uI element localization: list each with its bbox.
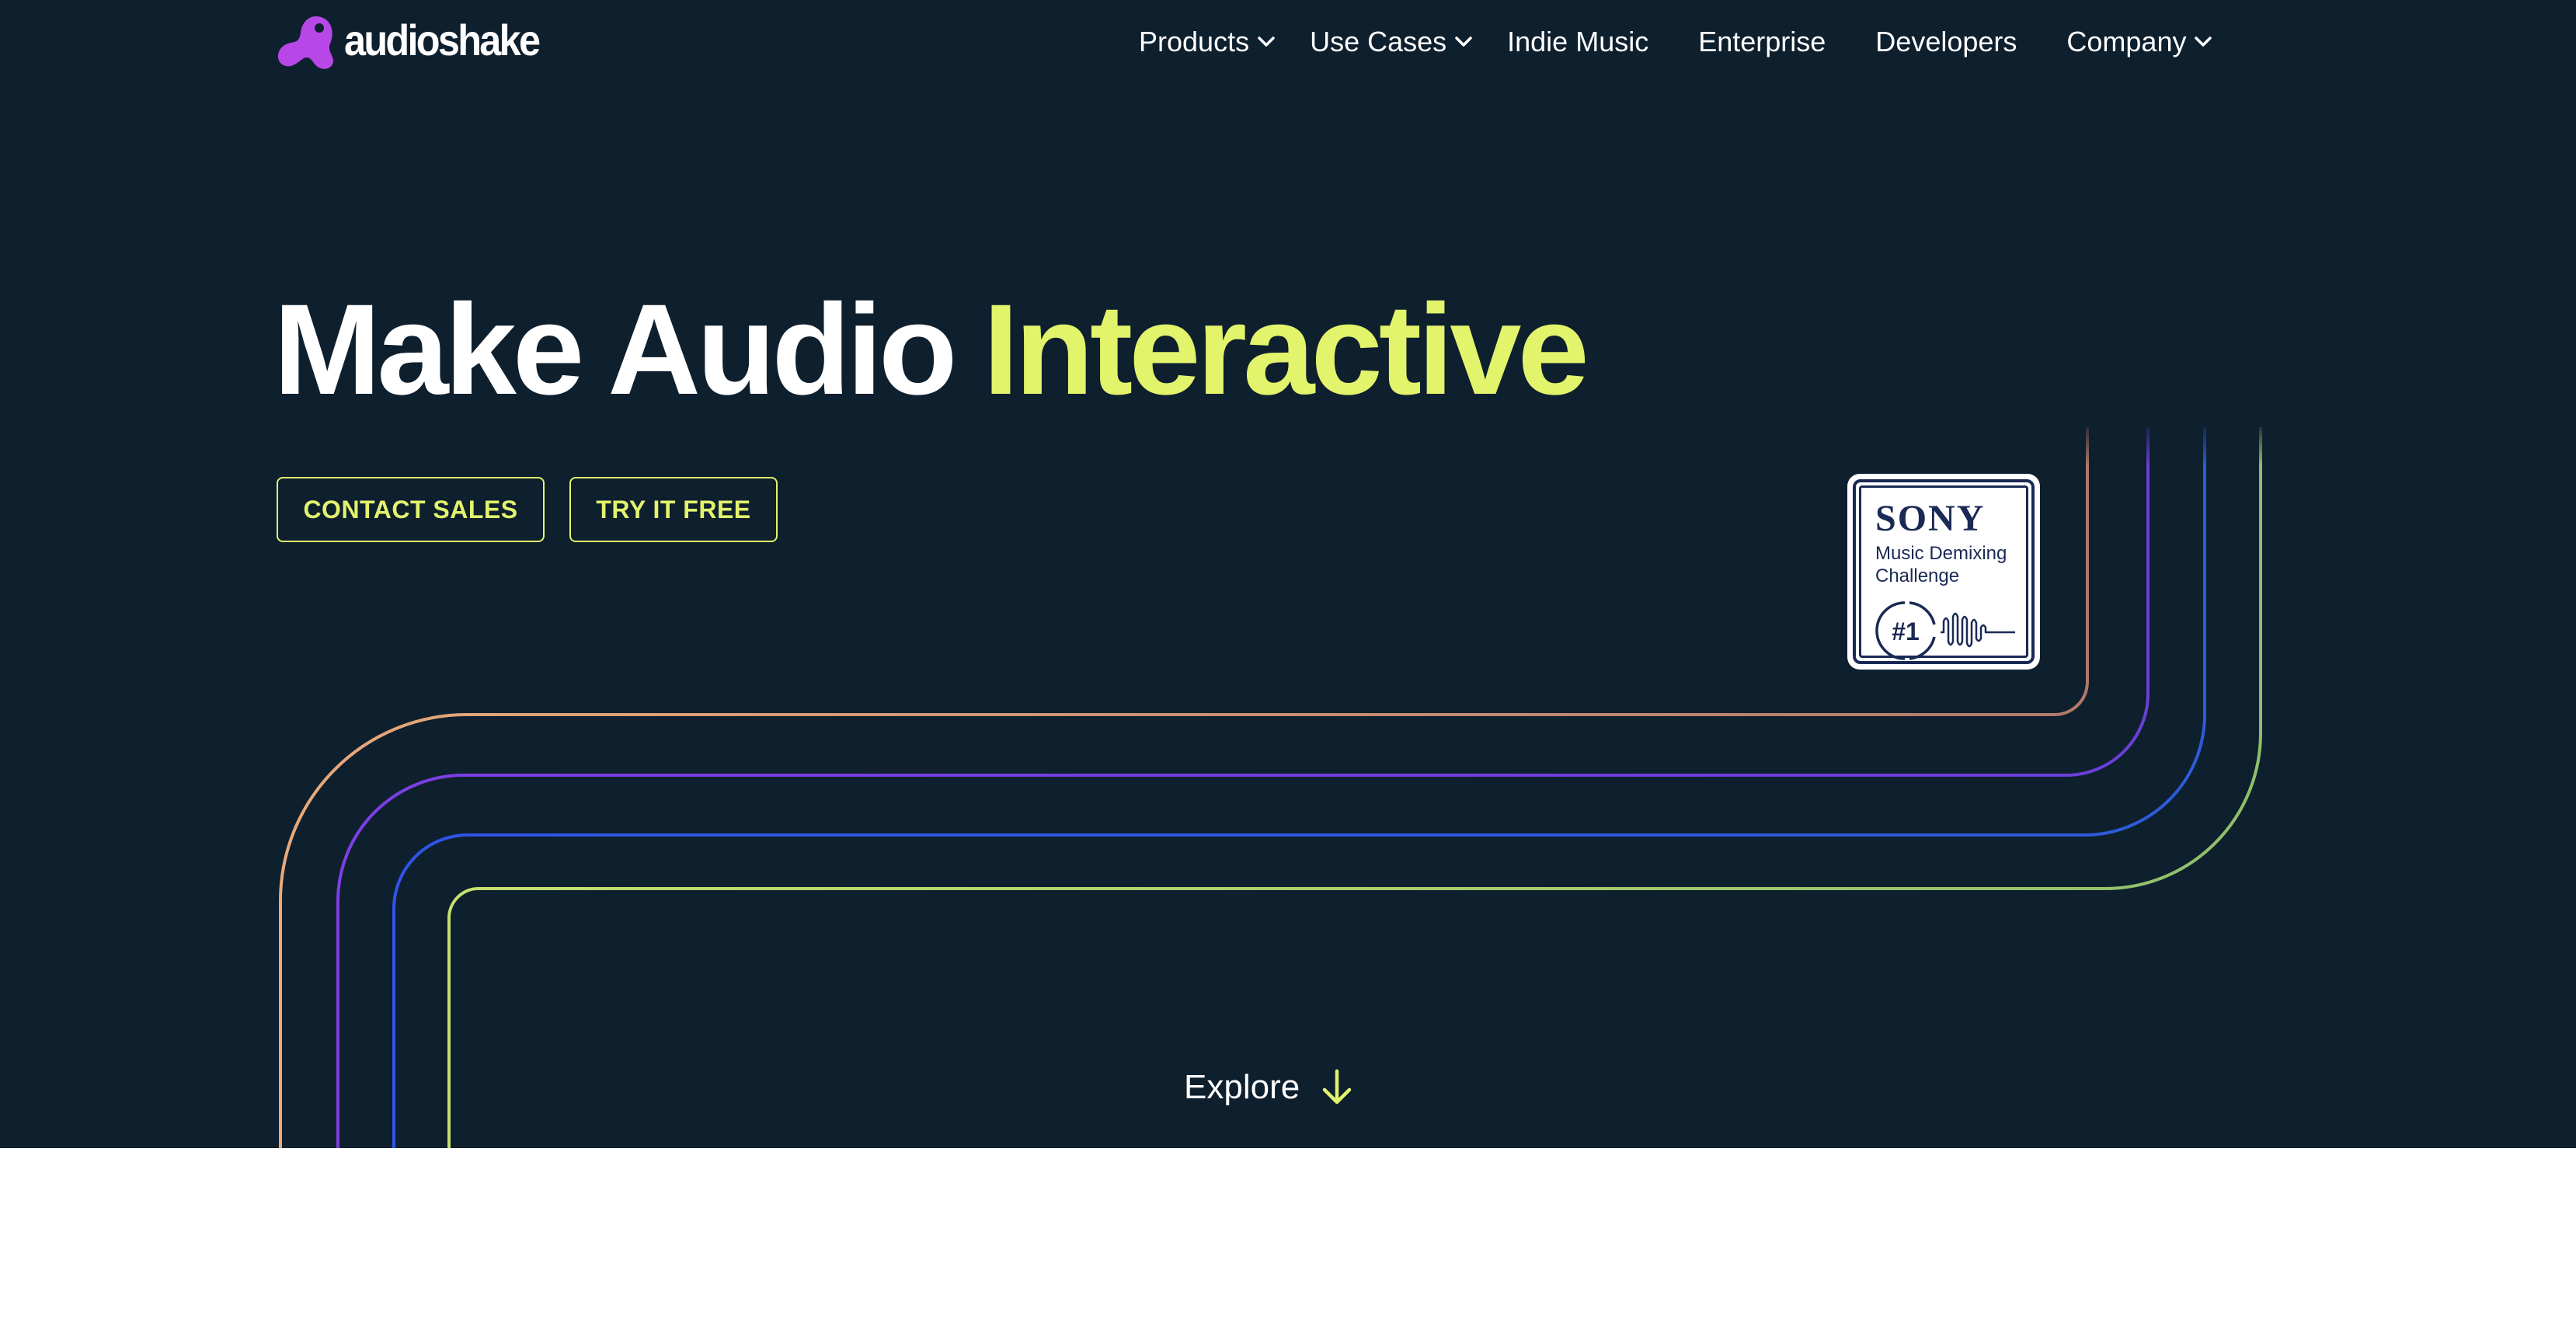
badge-line-2: Challenge [1875,565,1960,586]
contact-sales-button[interactable]: CONTACT SALES [277,477,545,542]
decorative-stripe-lines [279,419,2284,1148]
nav-item-label: Developers [1875,26,2017,57]
headline-main-text: Make Audio [273,278,957,422]
nav-item-label: Use Cases [1310,26,1447,57]
nav-item-use-cases[interactable]: Use Cases [1310,26,1473,58]
main-nav: Products Use Cases Indie Music Enterpris… [1139,19,2212,65]
nav-item-company[interactable]: Company [2066,26,2212,58]
stripe-line-orange [279,427,2089,1148]
chevron-down-icon [2195,37,2212,47]
badge-line-1: Music Demixing [1875,543,2007,564]
try-it-free-button[interactable]: TRY IT FREE [569,477,778,542]
explore-label: Explore [1184,1068,1300,1106]
nav-item-indie-music[interactable]: Indie Music [1507,26,1648,58]
headline-accent-text: Interactive [983,278,1589,422]
chevron-down-icon [1258,37,1275,47]
audioshake-logo-icon [277,16,333,69]
nav-item-label: Products [1139,26,1250,57]
sony-challenge-badge: SONY Music Demixing Challenge #1 [1847,474,2040,670]
nav-item-label: Indie Music [1507,26,1649,57]
badge-rank: #1 [1892,618,1920,645]
badge-rank-waveform-icon: #1 [1875,601,2015,660]
hero-section: audioshake Products Use Cases Indie Musi… [0,0,2576,1148]
hero-headline: Make Audio Interactive [273,286,1589,415]
nav-item-label: Company [2066,26,2187,57]
nav-item-enterprise[interactable]: Enterprise [1698,26,1826,58]
brand-logo[interactable]: audioshake [276,9,560,71]
nav-item-developers[interactable]: Developers [1875,26,2017,58]
chevron-down-icon [1455,37,1472,47]
nav-item-label: Enterprise [1698,26,1826,57]
explore-link[interactable]: Explore [1184,1068,1352,1107]
nav-item-products[interactable]: Products [1139,26,1276,58]
badge-brand: SONY [1875,498,1986,539]
arrow-down-icon [1322,1069,1352,1105]
brand-wordmark: audioshake [344,16,541,64]
